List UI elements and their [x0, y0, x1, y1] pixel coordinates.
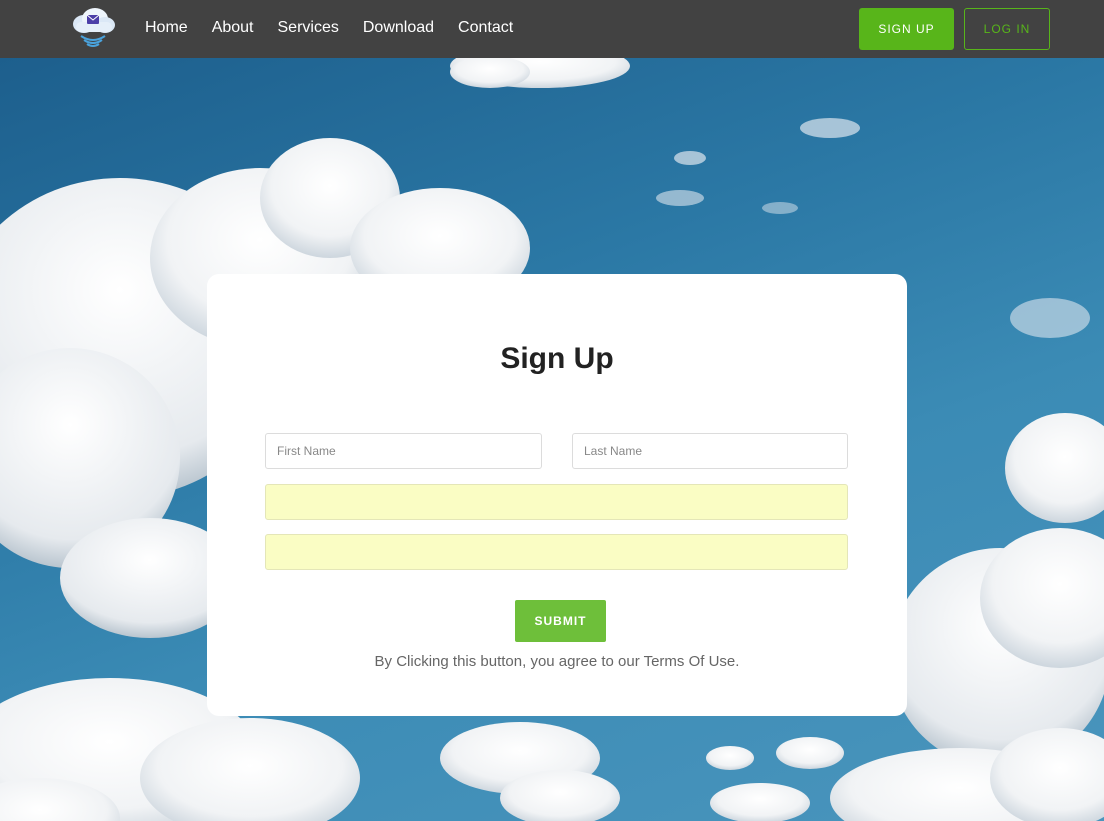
nav-link-home[interactable]: Home — [145, 19, 188, 37]
top-navbar: Home About Services Download Contact SIG… — [0, 0, 1104, 58]
password-field[interactable] — [265, 534, 848, 570]
submit-button[interactable]: SUBMIT — [515, 600, 606, 642]
signup-button[interactable]: SIGN UP — [859, 8, 954, 50]
first-name-field[interactable] — [265, 433, 542, 469]
nav-link-services[interactable]: Services — [278, 19, 339, 37]
cloud-mail-icon[interactable] — [68, 6, 118, 50]
terms-text: By Clicking this button, you agree to ou… — [374, 653, 740, 670]
last-name-field[interactable] — [572, 433, 848, 469]
signup-card: Sign Up SUBMIT By Clicking this button, … — [207, 274, 907, 716]
email-field[interactable] — [265, 484, 848, 520]
page-title: Sign Up — [500, 342, 614, 375]
login-button[interactable]: LOG IN — [964, 8, 1050, 50]
nav-link-contact[interactable]: Contact — [458, 19, 513, 37]
nav-links: Home About Services Download Contact — [145, 0, 537, 56]
nav-link-about[interactable]: About — [212, 19, 254, 37]
nav-link-download[interactable]: Download — [363, 19, 434, 37]
